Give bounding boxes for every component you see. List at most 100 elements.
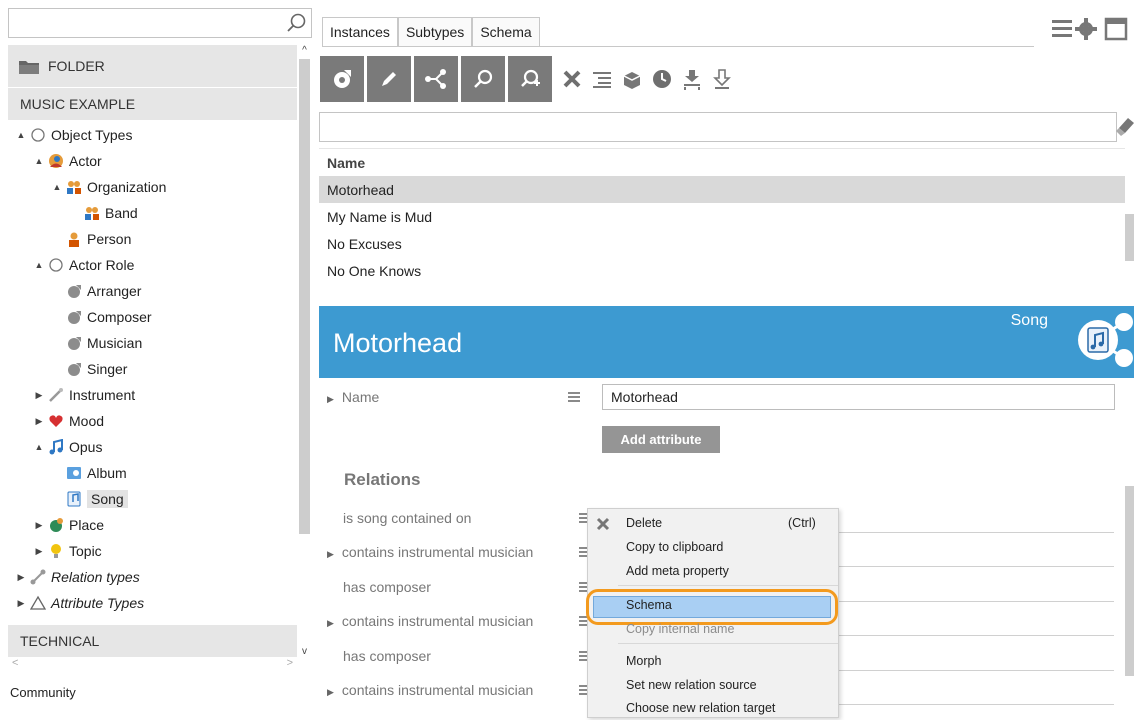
section-header-music-example[interactable]: MUSIC EXAMPLE (8, 88, 297, 120)
expand-arrow-icon[interactable]: ▶ (327, 394, 334, 404)
window-icon[interactable] (1104, 17, 1128, 41)
tree-item-mood[interactable]: ▶ Mood (34, 408, 105, 434)
expand-arrow-icon[interactable]: ▶ (34, 520, 44, 531)
move-button[interactable] (709, 66, 735, 92)
expand-arrow-icon[interactable]: ▲ (34, 156, 44, 166)
tree-item-instrument[interactable]: ▶ Instrument (34, 382, 136, 408)
add-attribute-button[interactable]: Add attribute (602, 426, 720, 453)
expand-arrow-icon[interactable]: ▶ (327, 687, 334, 697)
expand-arrow-icon[interactable]: ▶ (16, 598, 26, 609)
expand-arrow-icon[interactable]: ▶ (16, 572, 26, 583)
tree-item-person[interactable]: Person (52, 226, 131, 252)
scrollbar-thumb[interactable] (1125, 486, 1134, 676)
tree-vertical-scrollbar[interactable]: ^ v (297, 45, 312, 657)
expand-arrow-icon[interactable]: ▶ (34, 390, 44, 401)
tab-instances[interactable]: Instances (322, 17, 398, 47)
list-item[interactable]: No One Knows (319, 257, 1125, 284)
tree-item-arranger[interactable]: Arranger (52, 278, 141, 304)
property-menu-icon[interactable] (568, 392, 580, 402)
search-button[interactable] (461, 56, 505, 102)
tree-horizontal-scrollbar[interactable]: < > (8, 657, 297, 671)
relation-row[interactable]: ▶ contains instrumental musician (327, 613, 533, 629)
navigator-search-input[interactable] (8, 8, 312, 38)
list-button[interactable] (589, 66, 615, 92)
tree-item-attribute-types[interactable]: ▶ Attribute Types (16, 590, 145, 616)
expand-arrow-icon[interactable]: ▶ (34, 546, 44, 557)
property-name-row[interactable]: ▶ Name (327, 389, 379, 405)
scrollbar-thumb[interactable] (1125, 214, 1134, 261)
relation-row[interactable]: has composer (343, 648, 431, 664)
edit-button[interactable] (367, 56, 411, 102)
gear-icon[interactable] (1075, 18, 1097, 40)
folder-header[interactable]: FOLDER (8, 45, 297, 87)
album-icon (66, 465, 82, 481)
expand-arrow-icon[interactable]: ▶ (327, 618, 334, 628)
scroll-right-icon[interactable]: > (287, 657, 293, 669)
expand-arrow-icon[interactable]: ▲ (34, 260, 44, 270)
expand-arrow-icon[interactable]: ▶ (34, 416, 44, 427)
section-header-technical[interactable]: TECHNICAL (8, 625, 297, 657)
tree-item-song[interactable]: Song (52, 486, 128, 512)
tab-subtypes[interactable]: Subtypes (397, 17, 473, 47)
relation-row[interactable]: is song contained on (343, 510, 471, 526)
menu-item-add-meta-property[interactable]: Add meta property (588, 559, 838, 583)
tab-schema[interactable]: Schema (472, 17, 540, 47)
name-value-field[interactable]: Motorhead (602, 384, 1115, 410)
search-icon[interactable] (285, 12, 307, 34)
list-scrollbar[interactable] (1125, 148, 1134, 295)
section-title: MUSIC EXAMPLE (20, 96, 136, 112)
tree-item-organization[interactable]: ▲ Organization (52, 174, 167, 200)
tree-item-label: Actor Role (69, 257, 135, 273)
delete-button[interactable] (559, 66, 585, 92)
circle-outline-icon (48, 257, 64, 273)
tree-item-actor[interactable]: ▲ Actor (34, 148, 102, 174)
tree-item-singer[interactable]: Singer (52, 356, 127, 382)
tree-item-topic[interactable]: ▶ Topic (34, 538, 102, 564)
eraser-icon[interactable] (1115, 114, 1134, 138)
menu-item-schema[interactable]: Schema (588, 593, 838, 617)
menu-item-copy-to-clipboard[interactable]: Copy to clipboard (588, 535, 838, 559)
hamburger-menu-icon[interactable] (1052, 20, 1072, 37)
instance-filter-input[interactable] (319, 112, 1117, 142)
list-column-header[interactable]: Name (319, 149, 1125, 176)
import-button[interactable] (679, 66, 705, 92)
list-item[interactable]: My Name is Mud (319, 203, 1125, 230)
list-item[interactable]: Motorhead (319, 176, 1125, 203)
tree-item-album[interactable]: Album (52, 460, 127, 486)
scroll-left-icon[interactable]: < (12, 657, 18, 669)
relation-row[interactable]: has composer (343, 579, 431, 595)
menu-item-set-new-relation-source[interactable]: Set new relation source (588, 673, 838, 697)
menu-item-morph[interactable]: Morph (588, 649, 838, 673)
role-icon (66, 361, 82, 377)
tree-item-opus[interactable]: ▲ Opus (34, 434, 102, 460)
song-type-icon[interactable] (1062, 306, 1134, 378)
scroll-down-icon[interactable]: v (297, 646, 312, 657)
new-instance-button[interactable] (320, 56, 364, 102)
relation-row[interactable]: ▶ contains instrumental musician (327, 544, 533, 560)
instance-type-label[interactable]: Song (1011, 312, 1048, 330)
tree-item-object-types[interactable]: ▲ Object Types (16, 122, 133, 148)
expand-arrow-icon[interactable]: ▲ (34, 442, 44, 452)
history-button[interactable] (649, 66, 675, 92)
detail-scrollbar[interactable] (1125, 378, 1134, 718)
tree-item-place[interactable]: ▶ Place (34, 512, 105, 538)
tree-item-musician[interactable]: Musician (52, 330, 142, 356)
tree-item-composer[interactable]: Composer (52, 304, 152, 330)
collection-button[interactable] (619, 66, 645, 92)
advanced-search-button[interactable] (508, 56, 552, 102)
tree-item-actor-role[interactable]: ▲ Actor Role (34, 252, 135, 278)
scroll-up-icon[interactable]: ^ (297, 45, 312, 56)
menu-item-shortcut: (Ctrl) (788, 516, 816, 530)
tree-item-relation-types[interactable]: ▶ Relation types (16, 564, 140, 590)
menu-item-copy-internal-name[interactable]: Copy internal name (588, 617, 838, 641)
graph-button[interactable] (414, 56, 458, 102)
menu-item-choose-new-relation-target[interactable]: Choose new relation target (588, 696, 838, 720)
expand-arrow-icon[interactable]: ▶ (327, 549, 334, 559)
expand-arrow-icon[interactable]: ▲ (52, 182, 62, 192)
expand-arrow-icon[interactable]: ▲ (16, 130, 26, 140)
menu-item-delete[interactable]: Delete (Ctrl) (588, 511, 838, 535)
tree-item-band[interactable]: Band (70, 200, 138, 226)
list-item[interactable]: No Excuses (319, 230, 1125, 257)
relation-row[interactable]: ▶ contains instrumental musician (327, 682, 533, 698)
scrollbar-thumb[interactable] (299, 59, 310, 534)
